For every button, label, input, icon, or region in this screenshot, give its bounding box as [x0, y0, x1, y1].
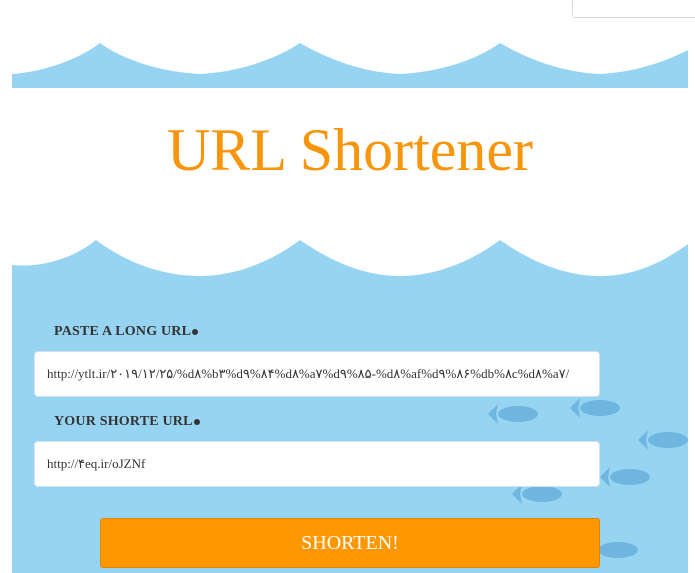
shorten-button[interactable]: SHORTEN!: [100, 518, 600, 568]
long-url-input[interactable]: http://ytlt.ir/۲۰۱۹/۱۲/۲۵/%d۸%b۳%d۹%۸۴%d…: [34, 351, 600, 397]
page: URL Shortener PASTE A LONG URL http://yt…: [0, 0, 695, 573]
background-waves: [12, 43, 688, 573]
long-url-label-text: PASTE A LONG URL: [54, 324, 192, 339]
short-url-label: YOUR SHORTE URL: [54, 414, 200, 430]
long-url-label: PASTE A LONG URL: [54, 324, 199, 340]
bullet-icon: [193, 418, 200, 425]
page-title: URL Shortener: [166, 117, 534, 183]
top-wave: [12, 43, 688, 88]
short-url-output[interactable]: http://۴eq.ir/oJZNf: [34, 441, 600, 487]
bullet-icon: [192, 328, 199, 335]
short-url-label-text: YOUR SHORTE URL: [54, 414, 193, 429]
